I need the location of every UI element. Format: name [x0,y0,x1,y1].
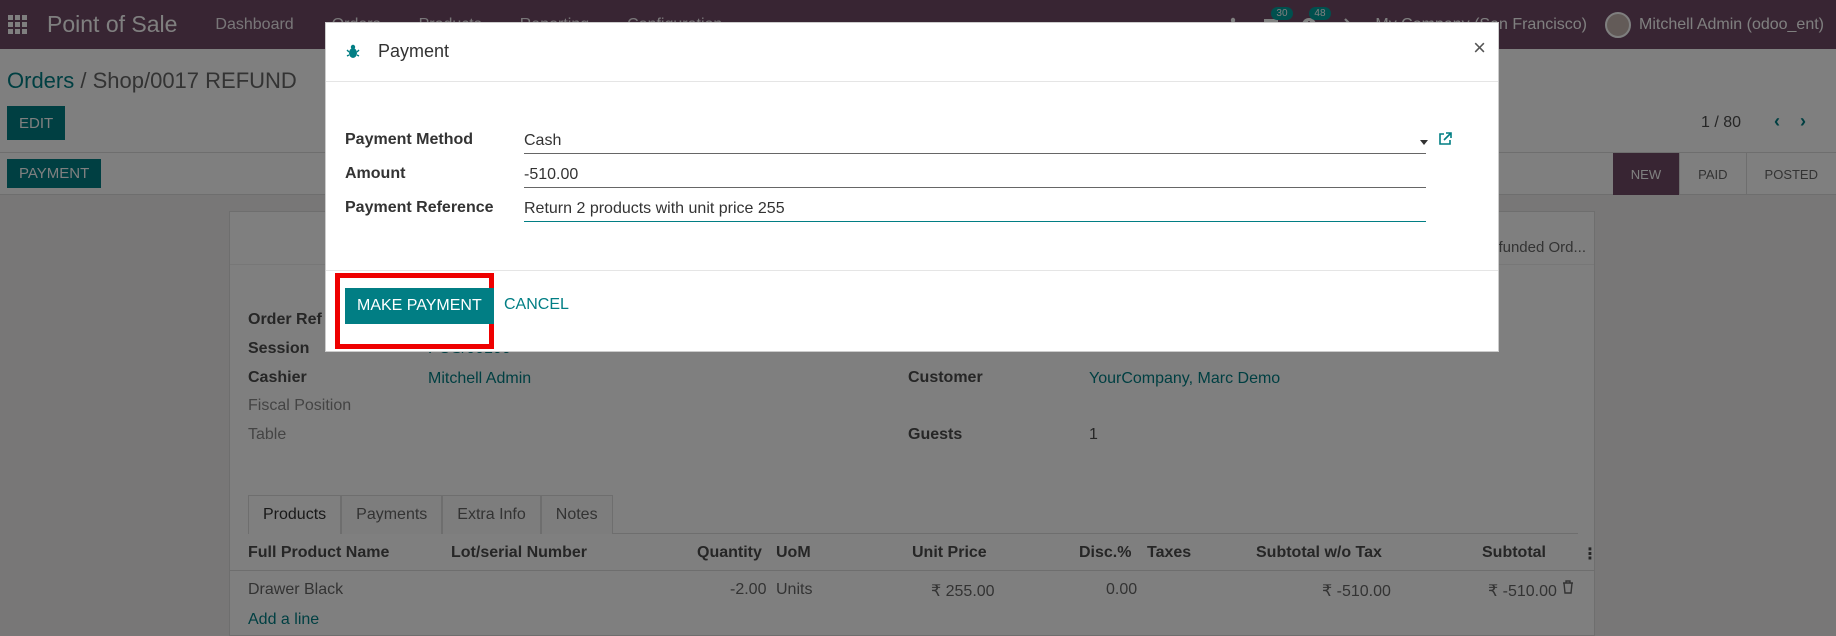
make-payment-button[interactable]: MAKE PAYMENT [345,288,494,324]
dialog-header: Payment × [326,23,1498,82]
amount-input[interactable] [524,162,1426,188]
dialog-footer: MAKE PAYMENT CANCEL [326,270,1498,353]
dialog-title: Payment [378,41,450,61]
payment-dialog: Payment × Payment Method Amount Payment … [325,22,1499,352]
close-icon[interactable]: × [1473,35,1486,61]
payment-method-select[interactable] [524,128,1426,154]
payment-reference-input[interactable] [524,196,1426,222]
payment-reference-label: Payment Reference [345,199,494,216]
debug-bug-icon [346,44,360,58]
cancel-button[interactable]: CANCEL [504,296,569,314]
amount-label: Amount [345,165,406,182]
payment-method-label: Payment Method [345,131,474,148]
chevron-down-icon[interactable] [1420,140,1428,145]
external-link-icon[interactable] [1437,131,1453,147]
